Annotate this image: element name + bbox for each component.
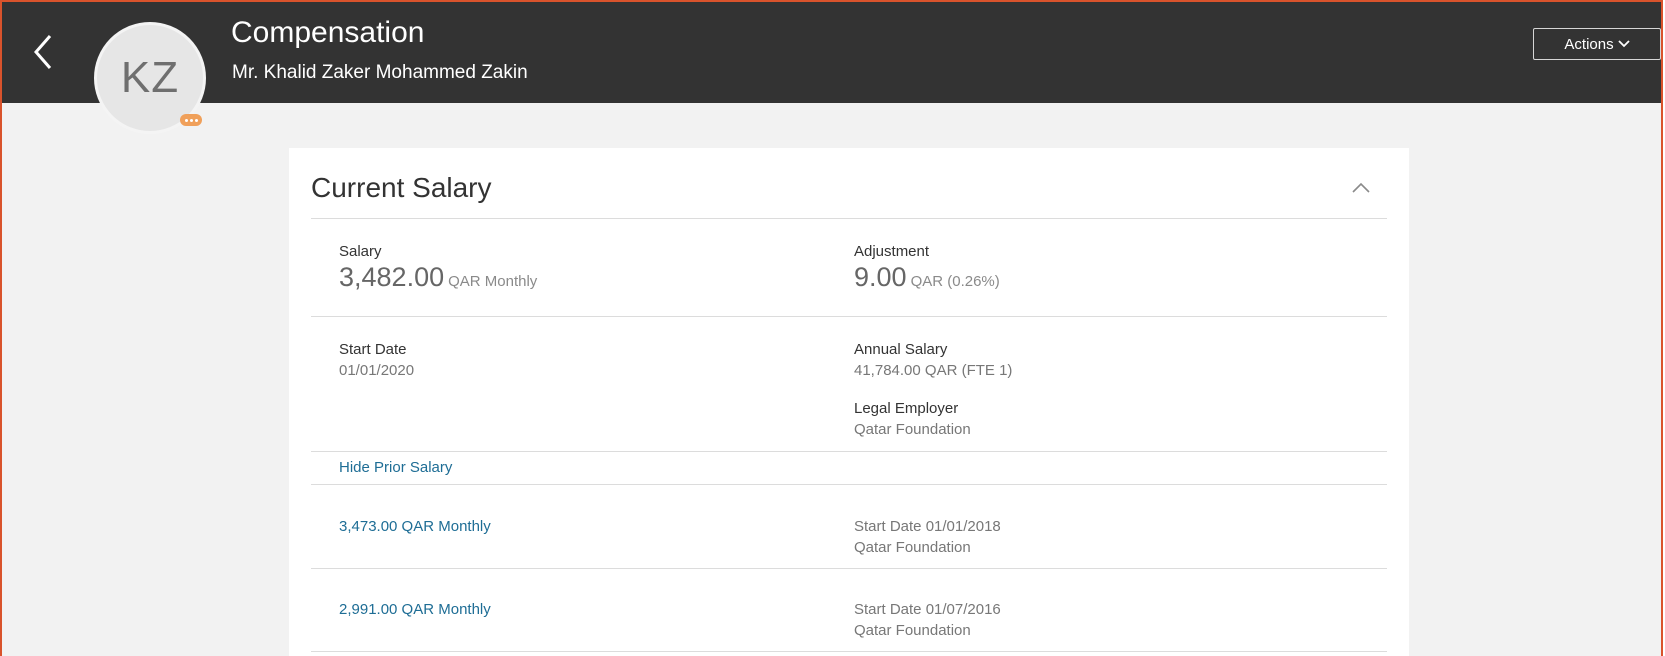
divider xyxy=(311,484,1387,485)
legal-employer-label: Legal Employer xyxy=(854,400,959,417)
more-dot-icon xyxy=(184,118,188,122)
divider xyxy=(311,451,1387,452)
adjustment-value: 9.00 QAR (0.26%) xyxy=(854,262,1000,293)
prior-salary-start-date: Start Date 01/07/2016 xyxy=(854,601,1001,618)
hide-prior-salary-link[interactable]: Hide Prior Salary xyxy=(339,459,452,476)
avatar-initials: KZ xyxy=(120,53,180,102)
adjustment-label: Adjustment xyxy=(854,243,930,260)
chevron-down-icon xyxy=(1617,40,1630,48)
divider xyxy=(311,568,1387,569)
more-dot-icon xyxy=(194,118,198,122)
divider xyxy=(311,218,1387,219)
salary-amount: 3,482.00 xyxy=(339,262,445,292)
salary-label: Salary xyxy=(339,243,382,260)
page-header: Compensation Mr. Khalid Zaker Mohammed Z… xyxy=(2,2,1661,103)
prior-salary-start-date: Start Date 01/01/2018 xyxy=(854,518,1001,535)
back-button[interactable] xyxy=(28,30,58,74)
page-title: Compensation xyxy=(231,16,425,49)
prior-salary-employer: Qatar Foundation xyxy=(854,539,971,556)
prior-salary-amount-link[interactable]: 2,991.00 QAR Monthly xyxy=(339,601,491,618)
person-name: Mr. Khalid Zaker Mohammed Zakin xyxy=(232,62,528,83)
prior-salary-employer: Qatar Foundation xyxy=(854,622,971,639)
annual-salary-value: 41,784.00 QAR (FTE 1) xyxy=(854,362,1013,379)
start-date-label: Start Date xyxy=(339,341,407,358)
current-salary-card: Current Salary Salary 3,482.00 QAR Monthl… xyxy=(289,148,1409,656)
avatar-menu-badge[interactable] xyxy=(180,114,202,126)
more-dot-icon xyxy=(189,118,193,122)
chevron-up-icon xyxy=(1352,182,1370,193)
adjustment-unit: QAR (0.26%) xyxy=(910,273,1000,290)
divider xyxy=(311,651,1387,652)
actions-label: Actions xyxy=(1564,35,1614,53)
chevron-left-icon xyxy=(34,35,52,69)
card-title: Current Salary xyxy=(311,172,492,203)
prior-salary-amount-link[interactable]: 3,473.00 QAR Monthly xyxy=(339,518,491,535)
app-frame: Compensation Mr. Khalid Zaker Mohammed Z… xyxy=(0,0,1663,656)
salary-value: 3,482.00 QAR Monthly xyxy=(339,262,537,293)
salary-unit: QAR Monthly xyxy=(448,273,538,290)
adjustment-amount: 9.00 xyxy=(854,262,907,292)
collapse-button[interactable] xyxy=(1349,178,1373,198)
annual-salary-label: Annual Salary xyxy=(854,341,948,358)
legal-employer-value: Qatar Foundation xyxy=(854,421,971,438)
divider xyxy=(311,316,1387,317)
start-date-value: 01/01/2020 xyxy=(339,362,415,379)
actions-button[interactable]: Actions xyxy=(1533,28,1661,60)
